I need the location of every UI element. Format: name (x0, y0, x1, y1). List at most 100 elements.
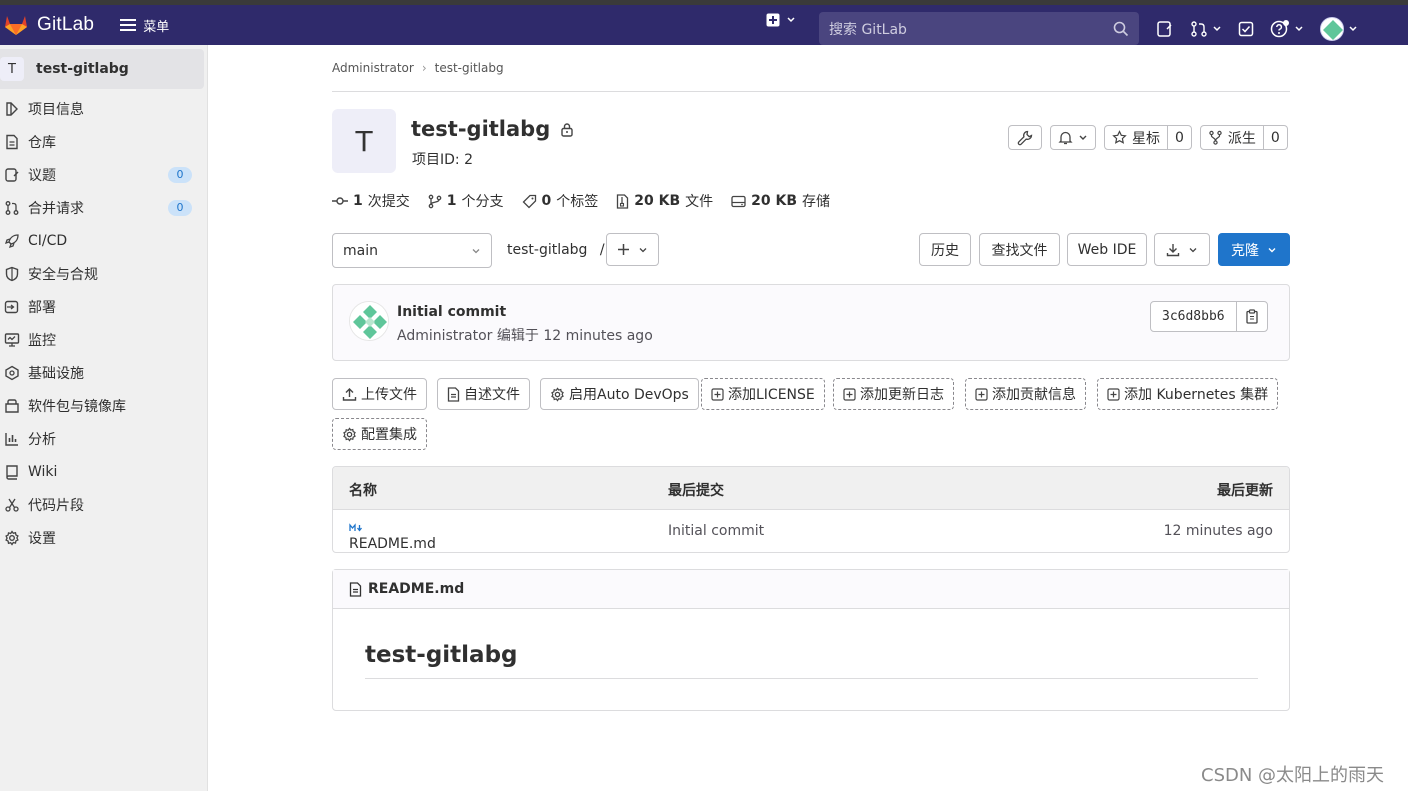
stat-value: 1 (446, 193, 457, 209)
sidebar-item-monitor[interactable]: 监控 (0, 323, 208, 356)
gear-icon (5, 529, 19, 546)
sidebar-item-infrastructure[interactable]: 基础设施 (0, 356, 208, 389)
commit-author[interactable]: Administrator (397, 328, 492, 344)
add-contributing-label: 添加贡献信息 (992, 387, 1076, 403)
sidebar-item-security[interactable]: 安全与合规 (0, 257, 208, 290)
history-button[interactable]: 历史 (919, 233, 971, 266)
stat-storage[interactable]: 20 KB 存储 (731, 191, 830, 211)
upload-file-button[interactable]: 上传文件 (332, 378, 427, 410)
branch-selector[interactable]: main (332, 233, 492, 268)
chevron-down-icon (639, 247, 647, 252)
project-avatar: T (0, 57, 24, 81)
breadcrumb: Administrator › test-gitlabg (332, 61, 504, 75)
download-dropdown[interactable] (1154, 233, 1210, 266)
commit-meta: Administrator 编辑于 12 minutes ago (397, 325, 653, 345)
commit-icon (332, 197, 348, 205)
settings-button[interactable] (1008, 125, 1042, 150)
user-menu-button[interactable] (1320, 17, 1358, 41)
find-file-button[interactable]: 查找文件 (979, 233, 1060, 266)
stat-branches[interactable]: 1 个分支 (428, 191, 504, 211)
stat-value: 0 (541, 193, 552, 209)
sidebar-item-issues[interactable]: 议题 0 (0, 158, 208, 191)
enable-auto-devops-button[interactable]: 启用Auto DevOps (540, 378, 699, 410)
table-row[interactable]: README.md Initial commit 12 minutes ago (333, 510, 1289, 552)
sidebar-item-label: 软件包与镜像库 (28, 398, 126, 415)
sidebar-item-wiki[interactable]: Wiki (0, 455, 208, 488)
copy-sha-button[interactable] (1235, 302, 1267, 331)
sidebar-item-label: 部署 (28, 299, 56, 316)
watermark: CSDN @太阳上的雨天 (1201, 765, 1385, 786)
sidebar-item-merge-requests[interactable]: 合并请求 0 (0, 191, 208, 224)
create-new-dropdown[interactable] (766, 13, 796, 27)
sidebar-item-packages[interactable]: 软件包与镜像库 (0, 389, 208, 422)
web-ide-button[interactable]: Web IDE (1067, 233, 1147, 266)
sidebar-item-settings[interactable]: 设置 (0, 521, 208, 554)
fork-count[interactable]: 0 (1262, 126, 1287, 149)
todos-top-button[interactable] (1238, 21, 1254, 37)
readme-button[interactable]: 自述文件 (437, 378, 530, 410)
help-top-button[interactable] (1270, 20, 1304, 38)
breadcrumb-link-namespace[interactable]: Administrator (332, 61, 414, 75)
avatar[interactable] (349, 301, 389, 341)
column-header-name: 名称 (349, 483, 377, 499)
stat-files[interactable]: 20 KB 文件 (616, 191, 713, 211)
readme-filename[interactable]: README.md (368, 581, 464, 597)
file-name[interactable]: README.md (349, 536, 436, 552)
breadcrumb-link-project[interactable]: test-gitlabg (435, 61, 504, 75)
search-input[interactable]: 搜索 GitLab (819, 12, 1139, 45)
doc-icon (6, 134, 18, 149)
add-changelog-button[interactable]: 添加更新日志 (833, 378, 954, 410)
chevron-down-icon (1213, 26, 1221, 32)
sidebar-project-header[interactable]: T test-gitlabg (0, 49, 204, 89)
project-stats: 1 次提交 1 个分支 0 个标签 20 KB 文件 20 KB 存储 (332, 191, 830, 211)
disk-icon (731, 195, 746, 207)
add-to-tree-dropdown[interactable] (606, 233, 659, 266)
configure-integrations-button[interactable]: 配置集成 (332, 418, 427, 450)
sidebar-item-deployments[interactable]: 部署 (0, 290, 208, 323)
plus-square-icon (975, 387, 988, 401)
add-kubernetes-cluster-button[interactable]: 添加 Kubernetes 集群 (1097, 378, 1279, 410)
stat-label: 存储 (802, 194, 831, 210)
stat-commits[interactable]: 1 次提交 (332, 191, 410, 211)
sidebar-item-snippets[interactable]: 代码片段 (0, 488, 208, 521)
menu-button[interactable]: 菜单 (120, 16, 169, 35)
table-header: 名称 最后提交 最后更新 (333, 467, 1289, 510)
sidebar-item-analytics[interactable]: 分析 (0, 422, 208, 455)
chevron-down-icon (787, 17, 795, 23)
sidebar-item-repository[interactable]: 仓库 (0, 125, 208, 158)
file-name-cell[interactable]: README.md (349, 523, 436, 552)
stat-value: 20 KB (634, 193, 681, 209)
stat-label: 个分支 (461, 194, 504, 210)
sidebar-item-cicd[interactable]: CI/CD (0, 224, 208, 257)
scissors-icon (5, 498, 19, 512)
file-last-commit[interactable]: Initial commit (668, 523, 764, 539)
star-count[interactable]: 0 (1167, 126, 1191, 149)
lock-icon (561, 122, 573, 137)
readme-header: README.md (333, 570, 1289, 609)
add-changelog-label: 添加更新日志 (860, 387, 944, 403)
fork-button[interactable]: 派生 0 (1199, 125, 1288, 150)
cloud-gear-icon (5, 365, 19, 380)
stat-tags[interactable]: 0 个标签 (522, 191, 598, 211)
book-icon (6, 464, 18, 480)
star-button[interactable]: 星标 0 (1104, 125, 1192, 150)
search-icon (1113, 21, 1129, 37)
column-header-last-commit: 最后提交 (668, 483, 724, 499)
sidebar-project-name: test-gitlabg (36, 61, 129, 77)
repo-toolbar: main test-gitlabg / 历史 查找文件 Web IDE 克隆 (332, 233, 1290, 268)
clone-dropdown[interactable]: 克隆 (1218, 233, 1290, 266)
merge-requests-top-button[interactable] (1190, 20, 1222, 38)
page-title: test-gitlabg (411, 117, 574, 141)
commit-sha[interactable]: 3c6d8bb6 (1151, 302, 1236, 331)
stat-label: 文件 (685, 194, 714, 210)
sidebar-item-project-info[interactable]: 项目信息 (0, 92, 208, 125)
add-license-button[interactable]: 添加LICENSE (701, 378, 825, 410)
help-icon (1270, 20, 1289, 38)
commit-title[interactable]: Initial commit (397, 304, 506, 320)
add-contributing-button[interactable]: 添加贡献信息 (965, 378, 1086, 410)
gitlab-logo[interactable]: GitLab (4, 14, 94, 36)
file-zip-icon (617, 193, 629, 209)
path-root-link[interactable]: test-gitlabg (507, 242, 587, 258)
notifications-dropdown[interactable] (1050, 125, 1096, 150)
issues-top-button[interactable] (1156, 20, 1174, 38)
